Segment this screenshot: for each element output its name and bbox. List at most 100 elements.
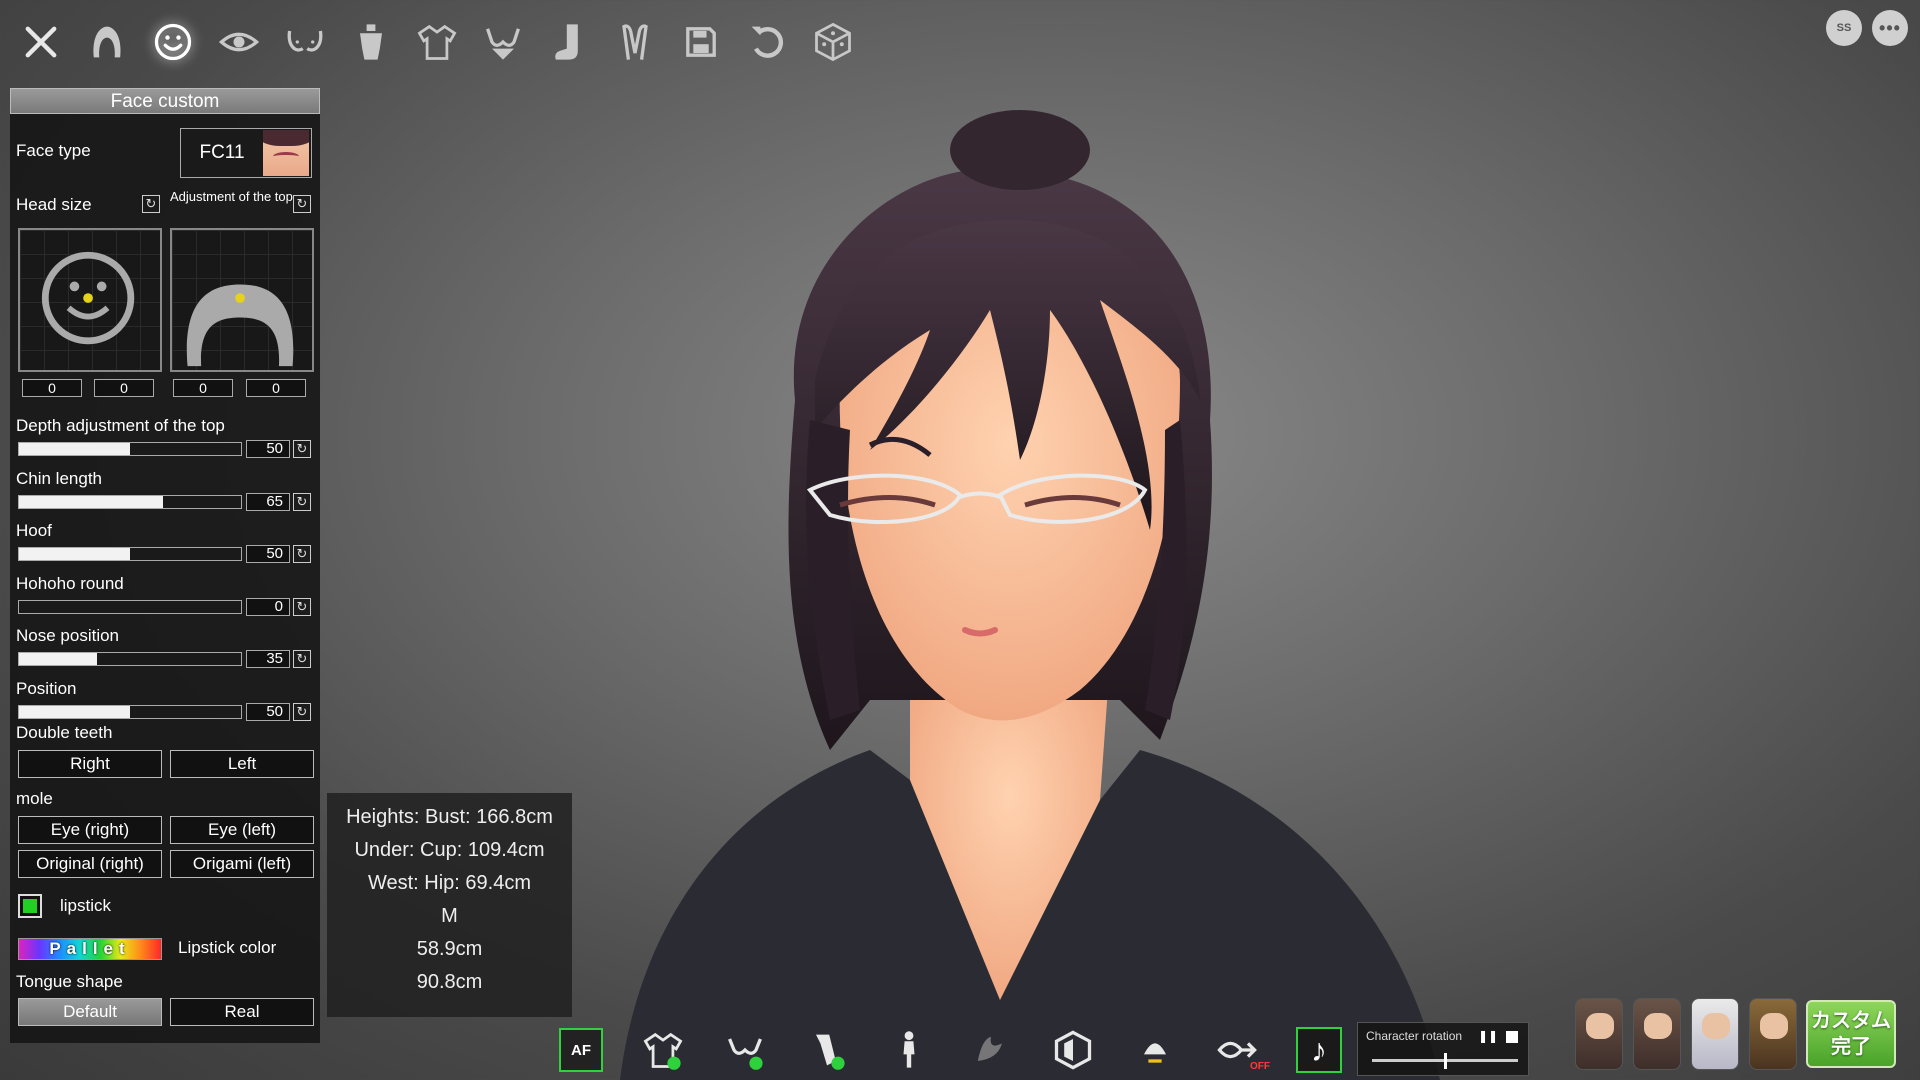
mole-eye-right-button[interactable]: Eye (right)	[18, 816, 162, 844]
mole-original-right-button[interactable]: Original (right)	[18, 850, 162, 878]
custom-finish-button[interactable]: カスタム 完了	[1806, 1000, 1896, 1068]
eye-icon[interactable]	[206, 14, 272, 70]
head-silhouette-icon	[186, 284, 294, 367]
slider-value-field[interactable]: 50	[246, 703, 290, 721]
panel-title: Face custom	[10, 88, 320, 114]
close-icon[interactable]	[8, 14, 74, 70]
eye-follow-toggle-icon[interactable]: OFF	[1196, 1024, 1278, 1076]
slider-reset-icon[interactable]: ↻	[293, 598, 311, 616]
character-thumbnails	[1575, 998, 1797, 1070]
head-size-x-field[interactable]: 0	[22, 379, 82, 397]
rotation-slider-handle[interactable]	[1444, 1053, 1447, 1069]
music-note-icon: ♪	[1296, 1027, 1342, 1073]
stat-line: 58.9cm	[416, 938, 483, 960]
body-icon[interactable]	[338, 14, 404, 70]
slider-value-field[interactable]: 50	[246, 440, 290, 458]
stat-line: Heights: Bust: 166.8cm	[346, 806, 553, 828]
adjust-top-x-field[interactable]: 0	[173, 379, 233, 397]
slider-fill	[19, 653, 97, 665]
accessory-bunny-icon[interactable]	[602, 14, 668, 70]
face-custom-panel: Face custom Face type FC11 Head size ↻ A…	[10, 88, 320, 1043]
standing-pose-icon[interactable]	[868, 1024, 950, 1076]
character-rotation-control: Character rotation ❚❚	[1357, 1022, 1529, 1076]
bottom-toolbar: AF OFF ♪	[540, 1024, 1360, 1076]
stat-line: Under: Cup: 109.4cm	[354, 839, 545, 861]
slider-label: Position	[16, 679, 77, 698]
background-icon[interactable]	[1032, 1024, 1114, 1076]
top-clothes-icon[interactable]	[404, 14, 470, 70]
slider-value-field[interactable]: 50	[246, 545, 290, 563]
bra-icon[interactable]	[470, 14, 536, 70]
slider-label: Hohoho round	[16, 574, 124, 593]
face-type-selector[interactable]: FC11	[180, 128, 312, 178]
clothes-toggle-icon[interactable]	[622, 1024, 704, 1076]
underwear-toggle-icon[interactable]	[704, 1024, 786, 1076]
screenshot-button[interactable]: SS	[1826, 10, 1862, 46]
slider-reset-icon[interactable]: ↻	[293, 545, 311, 563]
body-stats-panel: Heights: Bust: 166.8cm Under: Cup: 109.4…	[327, 793, 572, 1017]
effect-icon[interactable]	[950, 1024, 1032, 1076]
slider-value-field[interactable]: 35	[246, 650, 290, 668]
head-size-reset-icon[interactable]: ↻	[142, 195, 160, 213]
pose-toggle-icon[interactable]	[786, 1024, 868, 1076]
face-type-value: FC11	[199, 142, 245, 163]
autofocus-button[interactable]: AF	[540, 1024, 622, 1076]
character-viewport[interactable]	[580, 100, 1460, 1080]
face-outline-icon	[41, 251, 135, 345]
tongue-default-button[interactable]: Default	[18, 998, 162, 1026]
music-toggle-button[interactable]: ♪	[1278, 1024, 1360, 1076]
slider-reset-icon[interactable]: ↻	[293, 703, 311, 721]
double-teeth-left-button[interactable]: Left	[170, 750, 314, 778]
slider-reset-icon[interactable]: ↻	[293, 650, 311, 668]
lipstick-pallet-button[interactable]: Pallet	[18, 938, 162, 960]
slider-label: Depth adjustment of the top	[16, 416, 225, 435]
slider-track[interactable]	[18, 652, 242, 666]
slider-reset-icon[interactable]: ↻	[293, 440, 311, 458]
slider-track[interactable]	[18, 547, 242, 561]
adjust-top-y-field[interactable]: 0	[246, 379, 306, 397]
double-teeth-label: Double teeth	[16, 723, 113, 742]
light-icon[interactable]	[1114, 1024, 1196, 1076]
tongue-real-button[interactable]: Real	[170, 998, 314, 1026]
adjust-top-reset-icon[interactable]: ↻	[293, 195, 311, 213]
slider-track[interactable]	[18, 705, 242, 719]
hair-icon[interactable]	[74, 14, 140, 70]
sock-icon[interactable]	[536, 14, 602, 70]
mole-eye-left-button[interactable]: Eye (left)	[170, 816, 314, 844]
face-type-thumbnail	[263, 130, 309, 176]
check-mark-icon	[23, 899, 37, 913]
head-size-y-field[interactable]: 0	[94, 379, 154, 397]
slider-value-field[interactable]: 0	[246, 598, 290, 616]
adjust-top-pad[interactable]	[170, 228, 314, 372]
double-teeth-right-button[interactable]: Right	[18, 750, 162, 778]
chest-icon[interactable]	[272, 14, 338, 70]
stat-line: West: Hip: 69.4cm	[367, 872, 532, 894]
save-icon[interactable]	[668, 14, 734, 70]
lipstick-checkbox[interactable]	[18, 894, 42, 918]
pause-icon[interactable]: ❚❚	[1478, 1029, 1498, 1043]
head-size-label: Head size	[16, 195, 92, 214]
eye-follow-off-label: OFF	[1250, 1061, 1270, 1072]
slider-fill	[19, 496, 164, 508]
character-render	[620, 110, 1440, 1080]
slider-value-field[interactable]: 65	[246, 493, 290, 511]
head-size-pad[interactable]	[18, 228, 162, 372]
slider-track[interactable]	[18, 600, 242, 614]
undo-icon[interactable]	[734, 14, 800, 70]
slider-reset-icon[interactable]: ↻	[293, 493, 311, 511]
character-thumbnail[interactable]	[1749, 998, 1797, 1070]
slider-label: Nose position	[16, 626, 120, 645]
more-options-icon[interactable]: •••	[1872, 10, 1908, 46]
character-thumbnail[interactable]	[1691, 998, 1739, 1070]
finish-label-line1: カスタム	[1811, 1010, 1891, 1032]
character-thumbnail[interactable]	[1575, 998, 1623, 1070]
slider-track[interactable]	[18, 442, 242, 456]
mole-origami-left-button[interactable]: Origami (left)	[170, 850, 314, 878]
face-icon[interactable]	[140, 14, 206, 70]
random-dice-icon[interactable]	[800, 14, 866, 70]
slider-track[interactable]	[18, 495, 242, 509]
stop-icon[interactable]	[1506, 1031, 1518, 1043]
top-toolbar	[8, 14, 866, 70]
mole-label: mole	[16, 789, 53, 808]
character-thumbnail[interactable]	[1633, 998, 1681, 1070]
